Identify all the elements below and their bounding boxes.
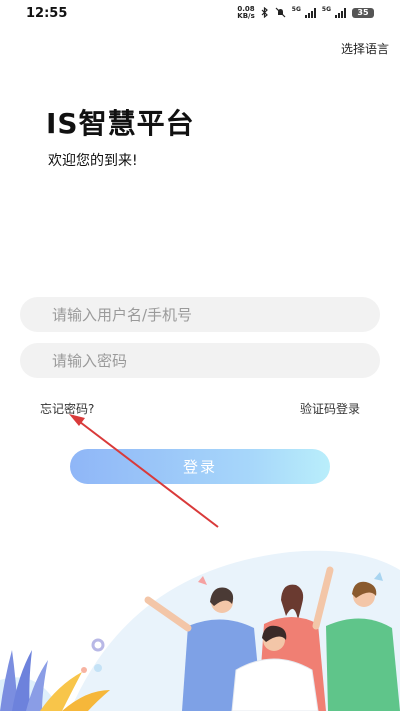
signal-strength-icon	[304, 8, 316, 18]
signal-strength-icon	[335, 8, 346, 18]
login-button[interactable]: 登录	[70, 449, 330, 484]
status-time: 12:55	[26, 6, 68, 21]
app-title: IS智慧平台	[46, 107, 195, 140]
people-illustration	[0, 550, 400, 711]
bluetooth-icon	[261, 6, 269, 20]
sim1-network-label: 5G	[291, 5, 301, 13]
sms-code-login-link[interactable]: 验证码登录	[300, 400, 360, 417]
username-input[interactable]	[20, 297, 380, 332]
mute-bell-icon	[275, 7, 286, 20]
welcome-message: 欢迎您的到来!	[48, 153, 138, 169]
network-speed-unit: KB/s	[237, 12, 255, 20]
password-input[interactable]	[20, 343, 380, 378]
battery-icon: 35	[352, 8, 374, 18]
sim2-network-label: 5G	[321, 5, 331, 13]
forgot-password-link[interactable]: 忘记密码?	[40, 400, 94, 417]
select-language-link[interactable]: 选择语言	[341, 40, 389, 57]
network-speed: 0.08 KB/s	[237, 6, 254, 20]
status-icons: 0.08 KB/s 5G 5G 35	[237, 6, 374, 20]
status-bar: 12:55 0.08 KB/s 5G 5G 35	[0, 0, 400, 28]
